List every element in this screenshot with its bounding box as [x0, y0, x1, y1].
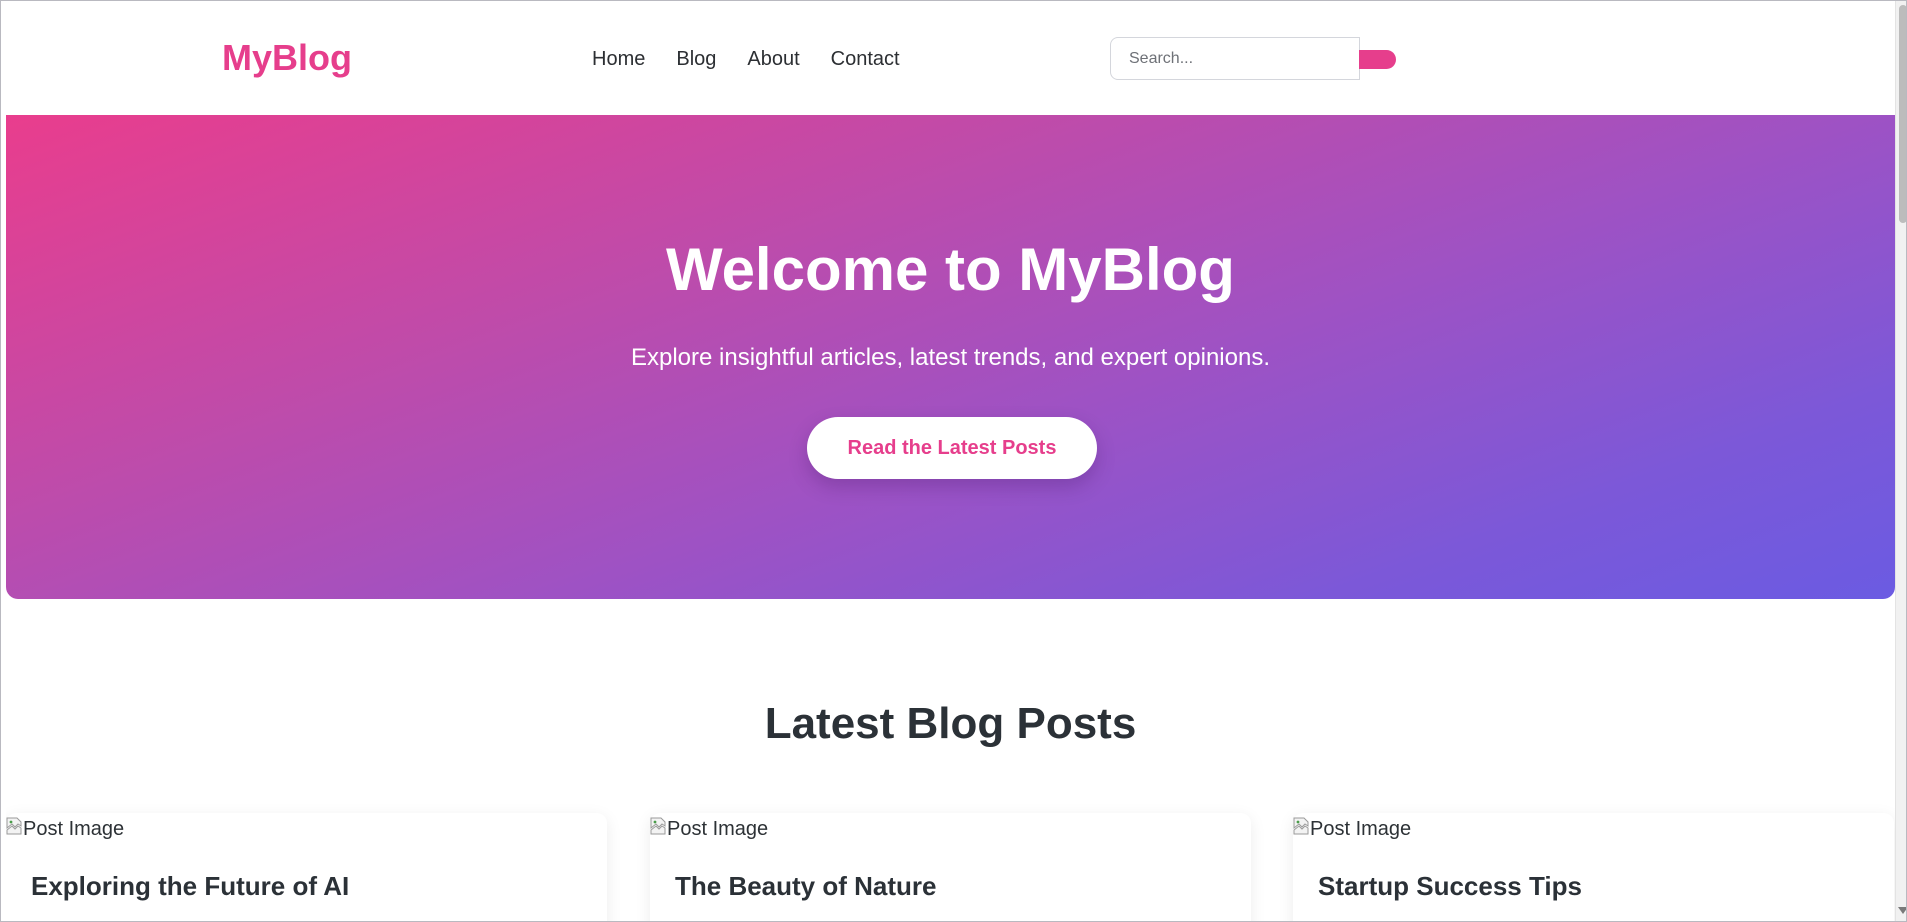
read-latest-posts-button[interactable]: Read the Latest Posts: [807, 417, 1097, 479]
search-input[interactable]: [1110, 37, 1360, 80]
nav-link-blog[interactable]: Blog: [676, 46, 716, 72]
post-image-alt: Post Image: [667, 818, 769, 840]
site-header: MyBlog Home Blog About Contact: [6, 2, 1895, 116]
main-nav: Home Blog About Contact: [592, 46, 900, 72]
nav-link-home[interactable]: Home: [592, 46, 645, 72]
scrollbar-thumb[interactable]: [1899, 5, 1906, 223]
broken-image-icon: [6, 817, 22, 835]
page-scrollbar[interactable]: [1895, 1, 1906, 921]
site-logo[interactable]: MyBlog: [222, 36, 352, 80]
scroll-down-arrow-icon[interactable]: [1898, 907, 1906, 914]
post-title[interactable]: The Beauty of Nature: [675, 870, 937, 902]
post-image-alt: Post Image: [1310, 818, 1412, 840]
post-title[interactable]: Startup Success Tips: [1318, 870, 1582, 902]
post-image: Post Image: [1293, 817, 1411, 841]
hero-title: Welcome to MyBlog: [666, 236, 1235, 303]
post-image: Post Image: [6, 817, 124, 841]
browser-viewport: MyBlog Home Blog About Contact Welcome t…: [0, 0, 1907, 922]
post-title[interactable]: Exploring the Future of AI: [31, 870, 349, 902]
nav-link-about[interactable]: About: [747, 46, 799, 72]
post-card[interactable]: Post Image The Beauty of Nature: [650, 813, 1251, 921]
post-card[interactable]: Post Image Exploring the Future of AI: [6, 813, 607, 921]
post-image-alt: Post Image: [23, 818, 125, 840]
latest-posts-heading: Latest Blog Posts: [764, 699, 1137, 748]
post-card[interactable]: Post Image Startup Success Tips: [1293, 813, 1894, 921]
hero-subtitle: Explore insightful articles, latest tren…: [630, 344, 1270, 371]
nav-link-contact[interactable]: Contact: [831, 46, 900, 72]
page: MyBlog Home Blog About Contact Welcome t…: [6, 2, 1895, 921]
broken-image-icon: [1293, 817, 1309, 835]
hero-banner: Welcome to MyBlog Explore insightful art…: [6, 115, 1895, 599]
post-image: Post Image: [650, 817, 768, 841]
search-button[interactable]: [1359, 50, 1396, 69]
broken-image-icon: [650, 817, 666, 835]
